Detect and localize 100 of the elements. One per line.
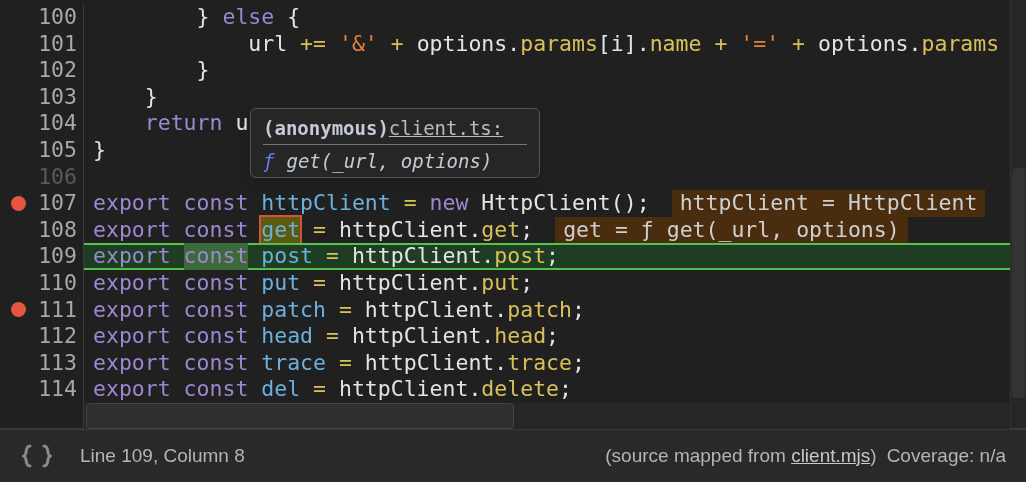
code-token: + bbox=[792, 30, 805, 58]
code-token: new bbox=[429, 190, 469, 217]
line-number: 109 bbox=[38, 243, 77, 270]
code-token: = bbox=[313, 269, 326, 297]
inline-value-hint: get = ƒ get(_url, options) bbox=[555, 216, 908, 244]
popover-title: (anonymous) bbox=[263, 116, 389, 141]
code-token: ; bbox=[546, 243, 560, 270]
line-number: 112 bbox=[38, 323, 77, 350]
line-number: 105 bbox=[38, 136, 77, 164]
code-token: head bbox=[494, 323, 547, 350]
code-token: get bbox=[481, 216, 521, 244]
line-number: 107 bbox=[38, 190, 77, 217]
code-token: options. bbox=[816, 30, 922, 58]
line-number: 102 bbox=[38, 57, 77, 84]
code-token: } bbox=[195, 4, 211, 31]
code-token: ; bbox=[572, 349, 585, 377]
code-token: = bbox=[326, 243, 339, 270]
code-token: head bbox=[261, 323, 315, 350]
code-token: httpClient. bbox=[363, 349, 508, 377]
line-number: 110 bbox=[38, 269, 77, 297]
code-token: [i]. bbox=[597, 30, 650, 58]
code-token: put bbox=[481, 269, 521, 297]
code-token: post bbox=[494, 243, 547, 270]
code-token: del bbox=[261, 376, 302, 403]
code-token: ; bbox=[520, 216, 534, 244]
coverage-status: Coverage: n/a bbox=[886, 443, 1006, 468]
line-number: 114 bbox=[38, 376, 77, 403]
code-token: + bbox=[390, 30, 404, 58]
line-number: 100 bbox=[38, 4, 77, 31]
breakpoint-marker[interactable] bbox=[10, 195, 26, 211]
pretty-print-button[interactable] bbox=[20, 443, 54, 469]
code-token: put bbox=[261, 269, 302, 297]
code-token: post bbox=[260, 243, 315, 270]
code-token: patch bbox=[507, 296, 572, 324]
inline-value-hint: httpClient = HttpClient bbox=[671, 190, 986, 217]
code-token: = bbox=[403, 190, 418, 217]
source-map-info: (source mapped from client.mjs) bbox=[605, 443, 877, 468]
code-token: ; bbox=[559, 376, 572, 403]
code-token: export const bbox=[93, 296, 250, 324]
code-token: return bbox=[143, 110, 223, 137]
code-token: httpClient. bbox=[337, 269, 482, 297]
code-token: } bbox=[195, 57, 210, 84]
cursor-position: Line 109, Column 8 bbox=[80, 443, 245, 468]
line-number: 101 bbox=[38, 30, 77, 58]
code-token: httpClient. bbox=[337, 376, 482, 403]
code-token: ; bbox=[520, 269, 534, 297]
source-map-link[interactable]: client.mjs bbox=[791, 444, 871, 466]
code-token: patch bbox=[261, 296, 327, 324]
line-number: 104 bbox=[38, 110, 77, 137]
code-token: export const bbox=[93, 216, 250, 244]
code-token: '=' bbox=[740, 30, 781, 58]
function-mark: ƒ bbox=[263, 149, 275, 174]
code-token: url bbox=[247, 30, 289, 58]
source-link[interactable]: client.ts: bbox=[388, 114, 504, 142]
code-token: httpClient. bbox=[337, 216, 482, 244]
code-token: export const bbox=[93, 349, 250, 377]
breakpoint-marker[interactable] bbox=[10, 302, 26, 318]
code-token: = bbox=[338, 349, 352, 377]
code-token: + bbox=[714, 30, 729, 58]
code-token: = bbox=[326, 323, 339, 350]
code-token: trace bbox=[261, 349, 327, 377]
code-token: delete bbox=[481, 376, 560, 403]
code-token: httpClient. bbox=[350, 243, 495, 270]
code-token: httpClient. bbox=[350, 323, 495, 350]
code-token: export const bbox=[93, 323, 250, 350]
code-token: trace bbox=[507, 349, 572, 377]
curly-braces-icon bbox=[20, 443, 54, 469]
line-number: 108 bbox=[38, 216, 77, 244]
code-token: httpClient bbox=[261, 190, 392, 217]
code-token: { bbox=[286, 4, 301, 31]
code-token: name bbox=[649, 30, 703, 58]
code-token: export const bbox=[93, 376, 250, 403]
code-token: u bbox=[234, 110, 249, 137]
code-token: params bbox=[921, 30, 1000, 58]
function-signature: get(_url, options) bbox=[286, 149, 493, 175]
code-token: export bbox=[93, 243, 172, 270]
line-number: 111 bbox=[38, 296, 77, 324]
code-token: '&' bbox=[338, 30, 379, 58]
line-number: 103 bbox=[38, 83, 77, 111]
code-token: } bbox=[93, 136, 106, 164]
horizontal-scrollbar[interactable] bbox=[84, 402, 1010, 429]
code-token: ; bbox=[572, 296, 585, 324]
code-token: = bbox=[338, 296, 352, 324]
vertical-scrollbar[interactable] bbox=[1010, 0, 1026, 428]
code-token: export const bbox=[93, 190, 250, 217]
code-token: HttpClient(); bbox=[480, 190, 650, 217]
line-number: 113 bbox=[38, 349, 77, 377]
code-token: ; bbox=[546, 323, 560, 350]
code-token: const bbox=[183, 243, 249, 270]
code-token: options. bbox=[415, 30, 521, 58]
code-token: else bbox=[222, 4, 275, 31]
code-token: httpClient. bbox=[363, 296, 508, 324]
line-number: 106 bbox=[38, 163, 77, 191]
code-token: params bbox=[520, 30, 598, 58]
code-token: export const bbox=[93, 269, 250, 297]
code-token: = bbox=[313, 376, 326, 403]
code-token: = bbox=[312, 216, 326, 244]
code-token: += bbox=[300, 30, 327, 58]
scrollbar-thumb[interactable] bbox=[86, 402, 514, 429]
code-token: } bbox=[143, 83, 158, 111]
